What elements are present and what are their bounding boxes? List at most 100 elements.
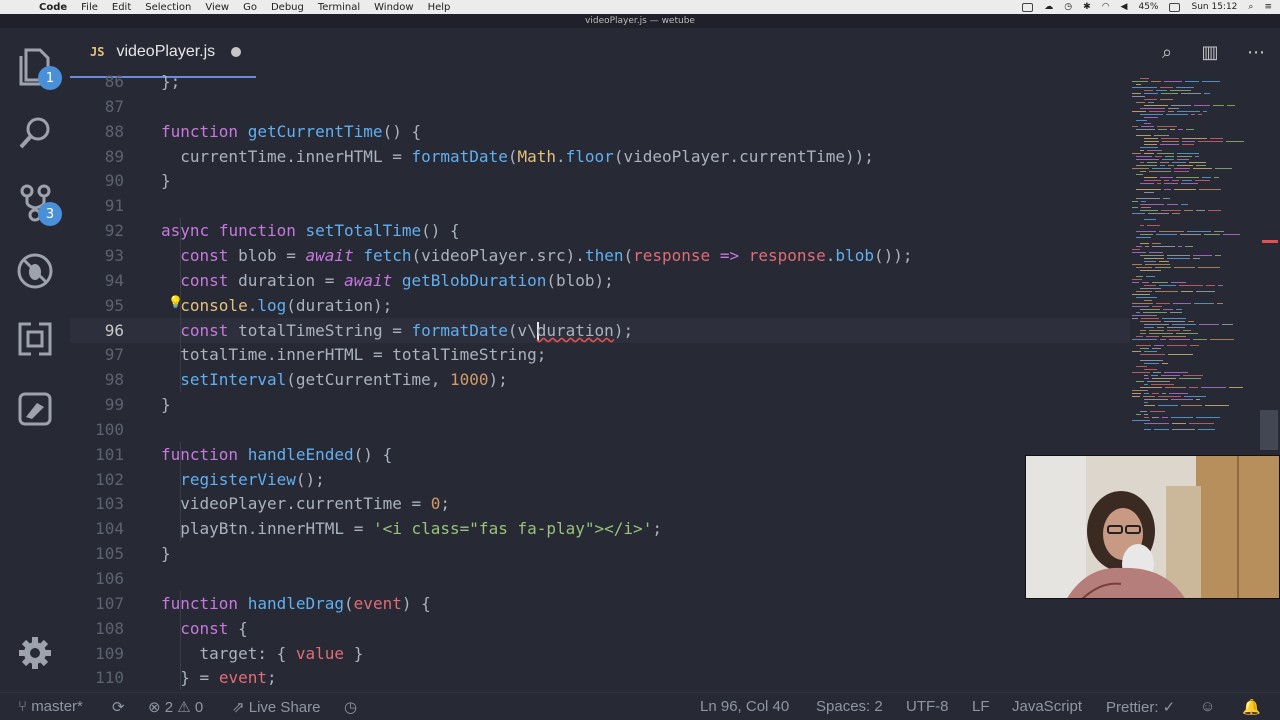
screen-record-icon[interactable] [1022, 2, 1034, 12]
debug-button[interactable] [16, 252, 54, 290]
code-text[interactable]: const blob = await fetch(videoPlayer.src… [161, 243, 912, 268]
open-changes-icon[interactable]: ⌕ [1155, 42, 1179, 66]
minimap[interactable] [1130, 72, 1280, 692]
code-text[interactable]: } = event; [161, 665, 276, 690]
line-number[interactable]: 89 [70, 144, 124, 169]
code-line-92[interactable]: 92 async function setTotalTime() { [70, 218, 1130, 243]
code-text[interactable]: target: { value } [161, 641, 364, 666]
code-line-96[interactable]: 96 const totalTimeString = formatDate(v\… [70, 318, 1130, 343]
line-number[interactable]: 98 [70, 367, 124, 392]
code-text[interactable]: function getCurrentTime() { [161, 119, 421, 144]
line-number[interactable]: 104 [70, 516, 124, 541]
code-text[interactable]: const totalTimeString = formatDate(v\dur… [161, 318, 633, 343]
code-line-94[interactable]: 94 const duration = await getBlobDuratio… [70, 268, 1130, 293]
wifi-icon[interactable]: ◠ [1102, 2, 1110, 12]
encoding[interactable]: UTF-8 [906, 698, 949, 715]
line-number[interactable]: 97 [70, 342, 124, 367]
code-text[interactable]: function handleDrag(event) { [161, 591, 431, 616]
code-text[interactable]: } [161, 168, 171, 193]
explorer-button[interactable]: 1 [16, 48, 62, 90]
code-line-110[interactable]: 110 } = event; [70, 665, 1130, 690]
line-number[interactable]: 90 [70, 168, 124, 193]
feedback-smiley-icon[interactable]: ☺ [1200, 698, 1215, 715]
cloud-icon[interactable]: ☁ [1044, 2, 1053, 12]
cursor-position[interactable]: Ln 96, Col 40 [700, 698, 789, 715]
code-line-86[interactable]: 86}; [70, 72, 1130, 94]
menu-debug[interactable]: Debug [264, 2, 311, 13]
code-line-99[interactable]: 99} [70, 392, 1130, 417]
search-button[interactable] [16, 114, 54, 152]
line-number[interactable]: 101 [70, 442, 124, 467]
code-text[interactable]: currentTime.innerHTML = formatDate(Math.… [161, 144, 874, 169]
code-line-90[interactable]: 90} [70, 168, 1130, 193]
battery-percent[interactable]: 45% [1138, 2, 1158, 12]
line-number[interactable]: 92 [70, 218, 124, 243]
code-text[interactable]: }; [161, 72, 180, 94]
code-line-98[interactable]: 98 setInterval(getCurrentTime, 1000); [70, 367, 1130, 392]
line-number[interactable]: 100 [70, 417, 124, 442]
problems-item[interactable]: ⊗ 2 ⚠ 0 [148, 698, 203, 716]
line-number[interactable]: 102 [70, 467, 124, 492]
line-number[interactable]: 106 [70, 566, 124, 591]
code-text[interactable]: } [161, 392, 171, 417]
line-number[interactable]: 95 [70, 293, 124, 318]
spotlight-icon[interactable]: ⌕ [1248, 2, 1253, 12]
code-line-100[interactable]: 100 [70, 417, 1130, 442]
clock[interactable]: Sun 15:12 [1191, 2, 1237, 12]
code-text[interactable]: totalTime.innerHTML = totalTimeString; [161, 342, 546, 367]
menu-edit[interactable]: Edit [105, 2, 138, 13]
live-share-activity-button[interactable] [16, 390, 54, 428]
line-number[interactable]: 107 [70, 591, 124, 616]
more-actions-icon[interactable]: ⋯ [1244, 42, 1268, 66]
code-text[interactable]: function handleEnded() { [161, 442, 392, 467]
history-icon[interactable]: ◷ [1064, 2, 1072, 12]
menu-terminal[interactable]: Terminal [311, 2, 367, 13]
code-line-89[interactable]: 89 currentTime.innerHTML = formatDate(Ma… [70, 144, 1130, 169]
settings-button[interactable] [16, 634, 54, 672]
code-line-87[interactable]: 87 [70, 94, 1130, 119]
code-editor[interactable]: 86}; 87 88 function getCurrentTime() {89 cu… [70, 72, 1130, 692]
code-text[interactable]: registerView(); [161, 467, 325, 492]
line-number[interactable]: 86 [70, 72, 124, 94]
notifications-bell-icon[interactable]: 🔔 [1242, 698, 1261, 716]
clock-status-icon[interactable]: ◷ [344, 698, 357, 716]
indentation[interactable]: Spaces: 2 [816, 698, 883, 715]
line-number[interactable]: 87 [70, 94, 124, 119]
branch-item[interactable]: ⑂ master* [18, 698, 83, 715]
source-control-button[interactable]: 3 [16, 184, 62, 226]
menu-file[interactable]: File [74, 2, 105, 13]
lightbulb-icon[interactable]: 💡 [168, 295, 183, 313]
code-line-106[interactable]: 106 [70, 566, 1130, 591]
code-text[interactable]: videoPlayer.currentTime = 0; [161, 491, 450, 516]
line-number[interactable]: 93 [70, 243, 124, 268]
sync-icon[interactable]: ⟳ [112, 698, 125, 716]
notification-center-icon[interactable]: ≡ [1264, 2, 1272, 12]
split-editor-icon[interactable]: ▥ [1198, 42, 1222, 66]
code-line-95[interactable]: 95 console.log(duration); [70, 293, 1130, 318]
code-text[interactable]: const { [161, 616, 247, 641]
bluetooth-icon[interactable]: ✱ [1083, 2, 1091, 12]
code-line-107[interactable]: 107 function handleDrag(event) { [70, 591, 1130, 616]
menu-go[interactable]: Go [236, 2, 264, 13]
line-number[interactable]: 96 [70, 318, 124, 343]
code-text[interactable]: setInterval(getCurrentTime, 1000); [161, 367, 508, 392]
code-line-108[interactable]: 108 const { [70, 616, 1130, 641]
code-line-101[interactable]: 101 function handleEnded() { [70, 442, 1130, 467]
code-line-97[interactable]: 97 totalTime.innerHTML = totalTimeString… [70, 342, 1130, 367]
code-line-103[interactable]: 103 videoPlayer.currentTime = 0; [70, 491, 1130, 516]
code-line-93[interactable]: 93 const blob = await fetch(videoPlayer.… [70, 243, 1130, 268]
line-number[interactable]: 109 [70, 641, 124, 666]
menu-window[interactable]: Window [367, 2, 420, 13]
line-number[interactable]: 110 [70, 665, 124, 690]
line-number[interactable]: 105 [70, 541, 124, 566]
code-line-102[interactable]: 102 registerView(); [70, 467, 1130, 492]
extensions-button[interactable] [16, 320, 54, 358]
code-line-109[interactable]: 109 target: { value } [70, 641, 1130, 666]
live-share-status-button[interactable]: ⇗ Live Share [232, 698, 320, 716]
menu-selection[interactable]: Selection [138, 2, 198, 13]
line-number[interactable]: 88 [70, 119, 124, 144]
menu-view[interactable]: View [198, 2, 236, 13]
line-number[interactable]: 91 [70, 193, 124, 218]
code-text[interactable]: async function setTotalTime() { [161, 218, 460, 243]
code-line-104[interactable]: 104 playBtn.innerHTML = '<i class="fas f… [70, 516, 1130, 541]
